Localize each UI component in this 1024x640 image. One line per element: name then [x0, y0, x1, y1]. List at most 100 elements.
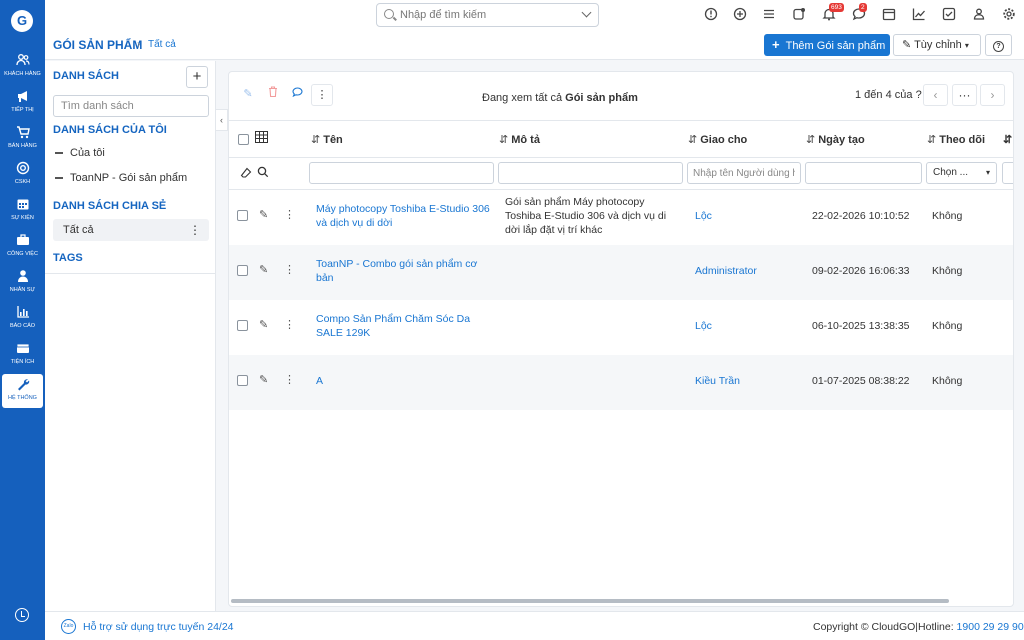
record-name-link[interactable]: Máy photocopy Toshiba E-Studio 306 và dị… [316, 202, 491, 230]
help-button[interactable]: ? [985, 34, 1012, 56]
column-follow[interactable]: ⇵ Theo dõi [927, 133, 985, 146]
list-item-all[interactable]: Tất cả ⋮ [53, 219, 209, 241]
table-row[interactable]: ✎ ⋮ Compo Sản Phẩm Chăm Sóc Da SALE 129K… [229, 300, 1013, 355]
viewing-module: Gói sản phẩm [565, 92, 638, 104]
more-vertical-icon[interactable]: ⋮ [284, 263, 295, 276]
zalo-icon[interactable]: Zalo [61, 619, 76, 634]
assignee-filter-input[interactable] [687, 162, 801, 184]
rail-item-utilities[interactable]: TIỆN ÍCH [2, 338, 43, 372]
row-checkbox[interactable] [237, 210, 248, 221]
edit-pencil-icon[interactable]: ✎ [259, 263, 268, 276]
report-chart-icon[interactable] [911, 7, 927, 23]
rail-item-reports[interactable]: BÁO CÁO [2, 302, 43, 336]
add-list-button[interactable]: + [186, 66, 208, 88]
rail-item-tasks[interactable]: CÔNG VIỆC [2, 230, 43, 264]
column-description[interactable]: ⇵ Mô tả [499, 133, 540, 146]
rail-item-events[interactable]: SỰ KIỆN [2, 194, 43, 228]
record-assignee[interactable]: Lộc [695, 319, 712, 333]
table-settings-icon[interactable] [255, 131, 268, 146]
next-page-button[interactable]: › [980, 84, 1005, 106]
rail-item-marketing[interactable]: TIẾP THỊ [2, 86, 43, 120]
edit-pencil-icon[interactable]: ✎ [259, 318, 268, 331]
list-search-input[interactable] [53, 95, 209, 117]
record-assignee[interactable]: Lộc [695, 209, 712, 223]
record-created: 09-02-2026 16:06:33 [812, 265, 910, 277]
comment-icon[interactable] [286, 84, 308, 106]
list-item-toannp[interactable]: ToanNP - Gói sản phẩm [53, 167, 209, 189]
settings-gear-icon[interactable] [1001, 7, 1017, 23]
column-assignee[interactable]: ⇵ Giao cho [688, 133, 747, 146]
bell-icon[interactable]: 693 [821, 3, 844, 23]
row-checkbox[interactable] [237, 320, 248, 331]
select-all-checkbox[interactable] [238, 134, 249, 145]
collapse-panel-button[interactable]: ‹ [216, 109, 228, 131]
sort-icon[interactable]: ⇵ [1003, 133, 1012, 146]
record-name-link[interactable]: Compo Sản Phẩm Chăm Sóc Da SALE 129K [316, 312, 491, 340]
user-icon[interactable] [971, 7, 987, 23]
module-title[interactable]: GÓI SẢN PHẨM [53, 38, 142, 52]
more-vertical-icon[interactable]: ⋮ [189, 219, 201, 241]
add-product-package-button[interactable]: + Thêm Gói sản phẩm [764, 34, 890, 56]
table-row[interactable]: ✎ ⋮ Máy photocopy Toshiba E-Studio 306 v… [229, 190, 1013, 245]
search-icon[interactable] [257, 166, 269, 181]
global-search-input[interactable] [400, 7, 570, 23]
column-created[interactable]: ⇵ Ngày tạo [806, 133, 865, 146]
breadcrumb-current[interactable]: Tất cả [148, 39, 176, 50]
chat-icon[interactable]: 2 [851, 3, 867, 23]
record-assignee[interactable]: Administrator [695, 264, 757, 278]
follow-filter-select[interactable]: Chọn ... ▾ [926, 162, 997, 184]
info-icon[interactable] [703, 7, 719, 23]
row-checkbox[interactable] [237, 375, 248, 386]
rail-item-sales[interactable]: BÁN HÀNG [2, 122, 43, 156]
record-name-link[interactable]: ToanNP - Combo gói sản phẩm cơ bản [316, 257, 491, 285]
rail-label: NHÂN SỰ [9, 287, 36, 293]
list-icon[interactable] [761, 7, 777, 23]
task-check-icon[interactable] [941, 7, 957, 23]
rail-item-system[interactable]: HỆ THỐNG [2, 374, 43, 408]
scrollbar-thumb[interactable] [231, 599, 949, 603]
extra-filter-input[interactable] [1002, 162, 1013, 184]
table-row[interactable]: ✎ ⋮ ToanNP - Combo gói sản phẩm cơ bản A… [229, 245, 1013, 300]
app-logo[interactable]: G [11, 10, 33, 32]
chevron-down-icon: ▾ [985, 168, 990, 177]
more-vertical-icon[interactable]: ⋮ [284, 208, 295, 221]
more-vertical-icon[interactable]: ⋮ [284, 318, 295, 331]
page-menu-button[interactable]: ··· [952, 84, 977, 106]
support-link[interactable]: Hỗ trợ sử dụng trực tuyến 24/24 [83, 621, 234, 633]
record-name-link[interactable]: A [316, 374, 491, 388]
rail-item-cskh[interactable]: CSKH [2, 158, 43, 192]
row-checkbox[interactable] [237, 265, 248, 276]
horizontal-scrollbar[interactable] [229, 598, 1013, 604]
edit-pencil-icon[interactable]: ✎ [259, 373, 268, 386]
chevron-down-icon[interactable] [581, 7, 592, 18]
rail-item-customers[interactable]: KHÁCH HÀNG [2, 50, 43, 84]
edit-pencil-icon[interactable]: ✎ [259, 208, 268, 221]
more-vertical-icon[interactable]: ⋮ [284, 373, 295, 386]
sort-icon: ⇵ [311, 134, 321, 146]
record-assignee[interactable]: Kiều Trần [695, 374, 740, 388]
history-clock-icon[interactable] [15, 608, 29, 622]
name-filter-input[interactable] [309, 162, 494, 184]
list-item-mine[interactable]: Của tôi [53, 142, 209, 164]
rail-item-hr[interactable]: NHÂN SỰ [2, 266, 43, 300]
hotline-number[interactable]: 1900 29 29 90 [957, 621, 1024, 633]
previous-page-button[interactable]: ‹ [923, 84, 948, 106]
chevron-right-icon: › [137, 39, 141, 50]
calendar-icon[interactable] [881, 7, 897, 23]
column-name[interactable]: ⇵ Tên [311, 133, 343, 146]
created-filter-input[interactable] [805, 162, 922, 184]
checkin-icon[interactable] [791, 7, 807, 23]
table-row[interactable]: ✎ ⋮ A Kiều Trần 01-07-2025 08:38:22 Khôn… [229, 355, 1013, 410]
clear-filter-eraser-icon[interactable] [240, 167, 252, 182]
table-header: ⇵ Tên ⇵ Mô tả ⇵ Giao cho ⇵ Ngày tạo ⇵ Theo dõ… [229, 120, 1013, 158]
customize-button[interactable]: ✎ Tùy chỉnh ▾ [893, 34, 981, 56]
global-search[interactable] [376, 3, 599, 27]
trash-icon[interactable] [262, 84, 284, 106]
sort-icon: ⇵ [499, 134, 509, 146]
more-actions-button[interactable]: ⋮ [311, 84, 333, 106]
description-filter-input[interactable] [498, 162, 683, 184]
edit-pencil-icon[interactable]: ✎ [237, 84, 259, 106]
divider [45, 273, 216, 274]
add-circle-icon[interactable] [732, 7, 748, 23]
question-icon[interactable]: ? [916, 89, 922, 101]
